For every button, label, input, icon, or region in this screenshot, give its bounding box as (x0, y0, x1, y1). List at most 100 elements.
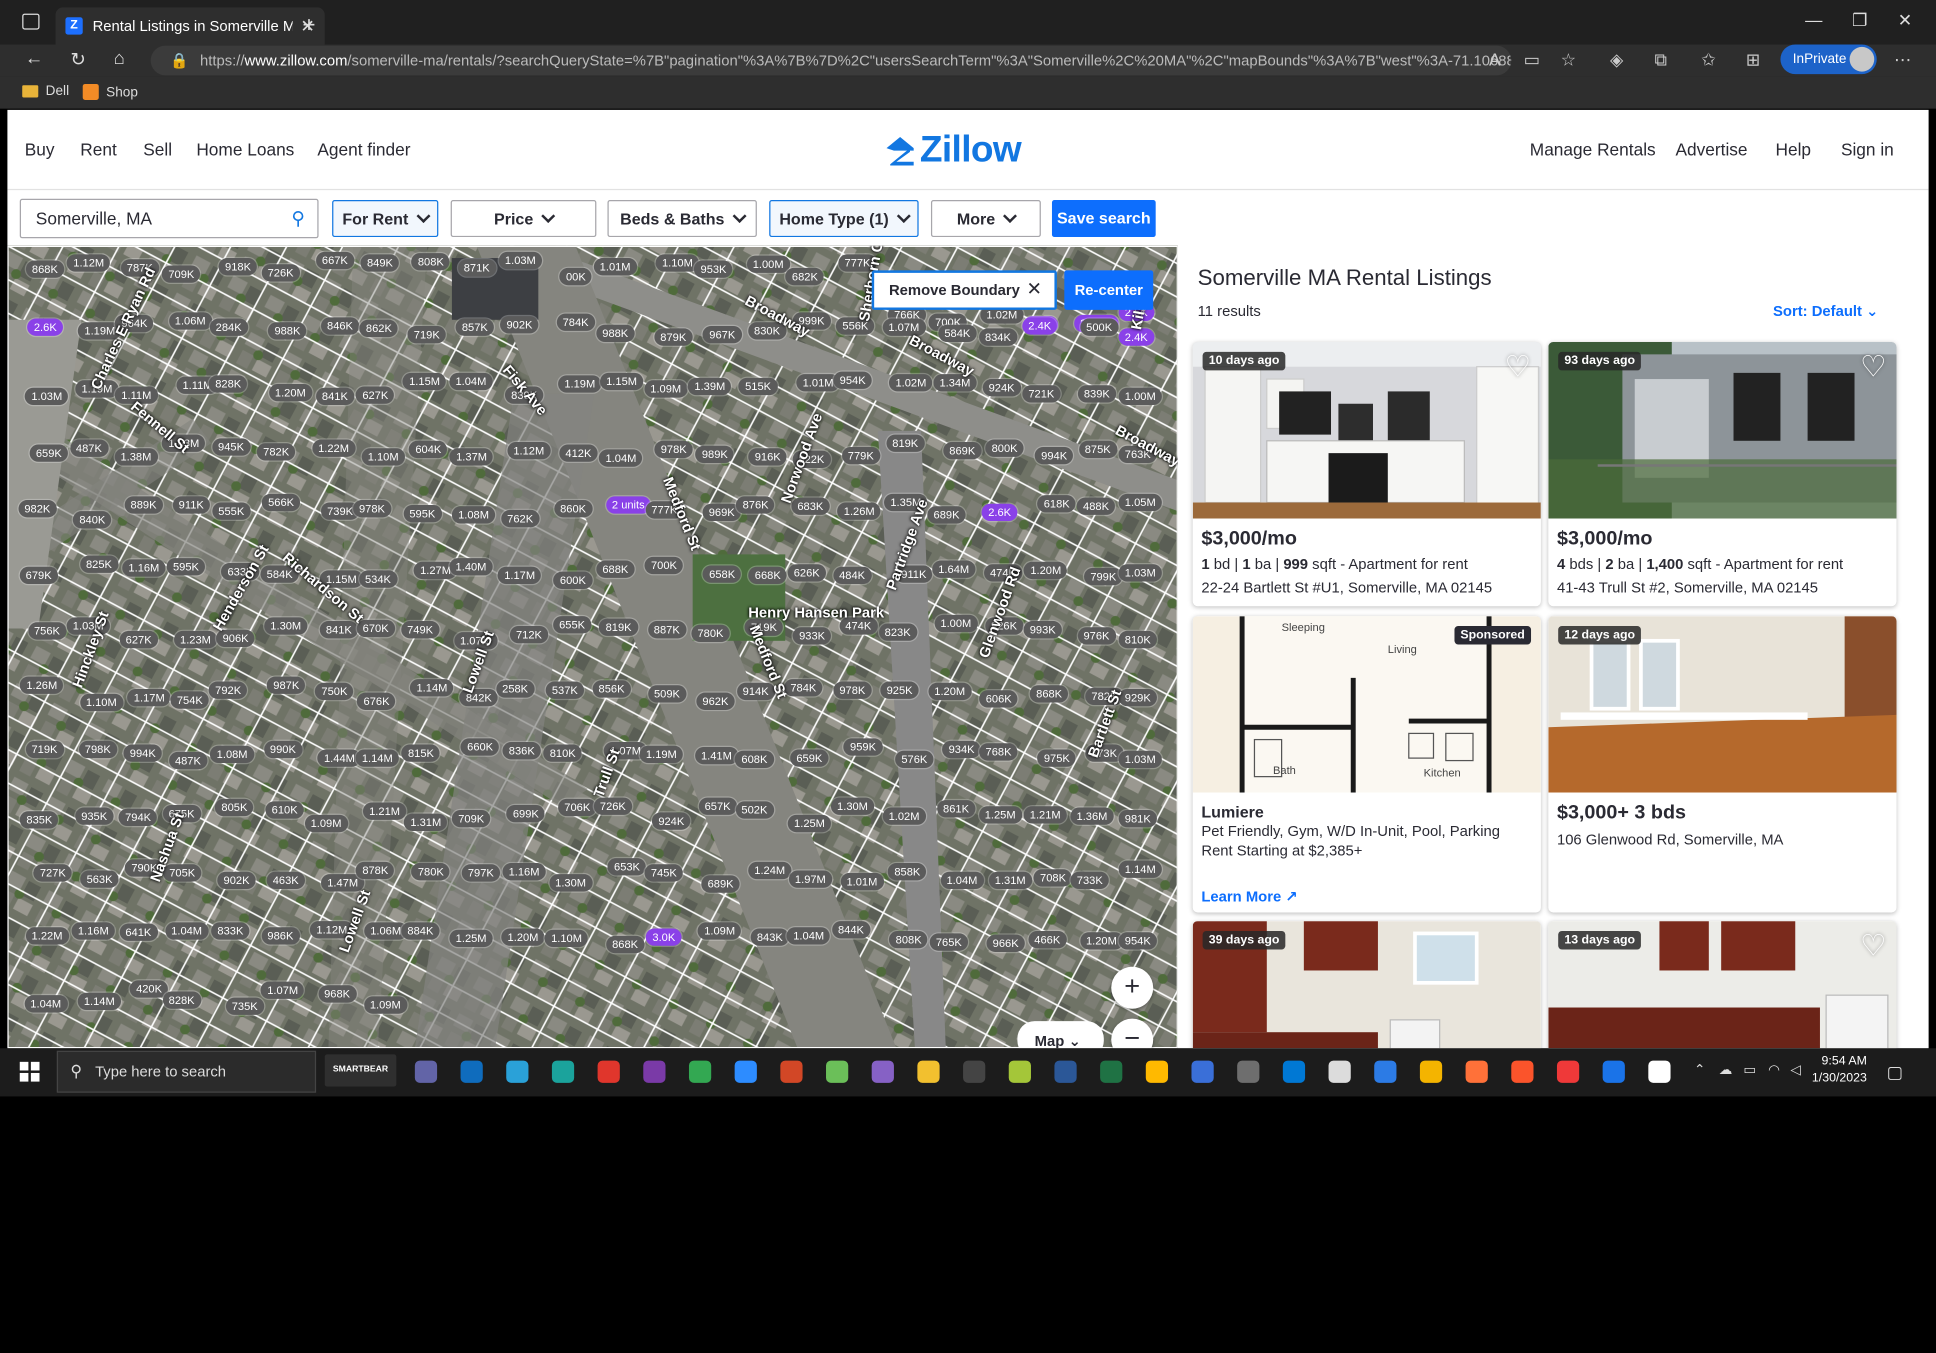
nav-help[interactable]: Help (1775, 140, 1811, 160)
price-pin[interactable]: 780K (411, 863, 450, 881)
price-pin[interactable]: 756K (27, 621, 67, 640)
price-pin[interactable]: 902K (217, 871, 256, 889)
zoom-taskbar-icon[interactable] (734, 1060, 757, 1083)
price-pin[interactable]: 840K (73, 510, 112, 529)
price-pin[interactable]: 828K (162, 991, 201, 1009)
onedrive-icon[interactable]: ☁ (1719, 1062, 1733, 1078)
price-pin[interactable]: 858K (888, 863, 927, 881)
price-pin[interactable]: 1.21M (1023, 806, 1067, 824)
price-pin[interactable]: 463K (266, 871, 305, 890)
price-pin[interactable]: 627K (119, 631, 158, 649)
price-pin[interactable]: 660K (460, 738, 500, 756)
price-pin[interactable]: 808K (889, 930, 928, 948)
price-pin[interactable]: 929K (1118, 688, 1157, 707)
sponsored-card[interactable]: Sleeping Living Bath Kitchen Sponsored L… (1192, 616, 1541, 913)
price-pin[interactable]: 1.00M (1118, 388, 1162, 406)
price-pin[interactable]: 843K (750, 928, 789, 946)
price-pin[interactable]: 00K (559, 267, 592, 285)
price-pin[interactable]: 856K (592, 680, 631, 698)
collections-icon[interactable]: ⊞ (1746, 49, 1760, 70)
app-taskbar-icon[interactable] (1602, 1060, 1625, 1083)
price-pin[interactable]: 600K (553, 571, 593, 589)
maximize-icon[interactable]: ❐ (1852, 10, 1868, 31)
price-pin[interactable]: 876K (736, 496, 775, 514)
more-dropdown[interactable]: More (930, 200, 1041, 238)
price-pin[interactable]: 750K (315, 682, 354, 700)
price-pin[interactable]: 993K (1023, 620, 1062, 638)
price-pin[interactable]: 1.09M (363, 995, 407, 1014)
excel-taskbar-icon[interactable] (1100, 1060, 1123, 1083)
listing-photo[interactable]: 13 days ago ♡ (1548, 921, 1897, 1049)
price-pin[interactable]: 1.16M (502, 862, 546, 881)
price-pin[interactable]: 1.04M (165, 922, 209, 940)
price-pin[interactable]: 990K (263, 740, 303, 759)
price-pin[interactable]: 1.07M (261, 981, 305, 999)
price-pin[interactable]: 978K (352, 500, 392, 518)
price-pin[interactable]: 1.03M (1118, 563, 1162, 581)
price-pin[interactable]: 618K (1037, 495, 1076, 513)
app-taskbar-icon[interactable] (917, 1060, 940, 1083)
price-pin[interactable]: 534K (358, 570, 398, 589)
price-pin[interactable]: 871K (457, 259, 496, 277)
word-taskbar-icon[interactable] (1054, 1060, 1077, 1083)
favorites-icon[interactable]: ✩ (1701, 49, 1715, 70)
price-pin[interactable]: 1.14M (410, 678, 454, 696)
app-taskbar-icon[interactable] (1145, 1060, 1169, 1083)
price-pin[interactable]: 978K (654, 440, 693, 458)
wifi-icon[interactable]: ◠ (1768, 1062, 1780, 1078)
price-pin[interactable]: 933K (792, 626, 832, 645)
price-pin[interactable]: 815K (401, 744, 441, 763)
chrome-taskbar-icon[interactable] (1419, 1060, 1443, 1083)
price-pin[interactable]: 659K (29, 444, 68, 462)
price-pin[interactable]: 679K (19, 567, 58, 585)
price-pin[interactable]: 1.16M (71, 921, 115, 940)
price-pin[interactable]: 610K (265, 801, 304, 820)
price-pin[interactable]: 682K (785, 267, 825, 285)
price-pin[interactable]: 566K (261, 494, 301, 512)
powershell-taskbar-icon[interactable] (1191, 1060, 1214, 1083)
price-pin[interactable]: 868K (1029, 685, 1069, 703)
price-pin[interactable]: 875K (1078, 440, 1117, 458)
tray-chevron-icon[interactable]: ⌃ (1694, 1062, 1705, 1078)
edge-taskbar-icon[interactable] (1374, 1060, 1397, 1083)
price-pin[interactable]: 799K (1084, 567, 1123, 585)
outlook-taskbar-icon[interactable] (460, 1060, 483, 1083)
price-dropdown[interactable]: Price (450, 200, 597, 238)
price-pin[interactable]: 841K (315, 387, 355, 405)
price-pin[interactable]: 935K (75, 807, 114, 826)
price-pin[interactable]: 733K (1070, 872, 1109, 890)
price-pin[interactable]: 668K (748, 566, 787, 585)
nav-sell[interactable]: Sell (143, 140, 172, 160)
price-pin[interactable]: 709K (162, 265, 201, 284)
price-pin[interactable]: 706K (558, 799, 597, 817)
search-icon[interactable]: ⚲ (291, 207, 305, 230)
price-pin[interactable]: 726K (261, 264, 300, 282)
price-pin[interactable]: 846K (320, 317, 360, 335)
price-pin[interactable]: 988K (268, 322, 307, 340)
price-pin[interactable]: 1.26M (837, 502, 881, 520)
price-pin[interactable]: 1.19M (639, 745, 683, 763)
price-pin[interactable]: 792K (208, 681, 248, 699)
price-pin[interactable]: 676K (357, 692, 396, 710)
price-pin[interactable]: 1.25M (787, 814, 832, 833)
price-pin[interactable]: 1.20M (268, 384, 312, 402)
price-pin[interactable]: 745K (644, 863, 684, 882)
price-pin[interactable]: 420K (129, 980, 169, 998)
read-aloud-icon[interactable]: A (1489, 49, 1501, 69)
price-pin[interactable]: 284K (209, 318, 248, 336)
listing-card[interactable]: 39 days ago (1192, 921, 1541, 1049)
price-pin[interactable]: 1.04M (940, 871, 984, 889)
taskbar-search-input[interactable]: ⚲ Type here to search (56, 1050, 317, 1093)
beds-baths-dropdown[interactable]: Beds & Baths (607, 200, 757, 238)
zillow-logo[interactable]: Zillow (883, 130, 1022, 172)
listing-card[interactable]: 10 days ago ♡ $3,000/mo 1 bd | 1 ba | 99… (1192, 342, 1541, 607)
sort-dropdown[interactable]: Sort: Default ⌄ (1773, 303, 1878, 320)
price-pin[interactable]: 1.01M (593, 258, 637, 276)
price-pin[interactable]: 825K (79, 555, 119, 573)
price-pin[interactable]: 1.01M (840, 872, 884, 890)
price-pin[interactable]: 959K (843, 738, 883, 756)
price-pin[interactable]: 1.09M (698, 921, 742, 940)
heart-icon[interactable]: ♡ (1504, 349, 1531, 385)
price-pin[interactable]: 954K (833, 372, 872, 390)
app-taskbar-icon[interactable] (1282, 1060, 1306, 1083)
